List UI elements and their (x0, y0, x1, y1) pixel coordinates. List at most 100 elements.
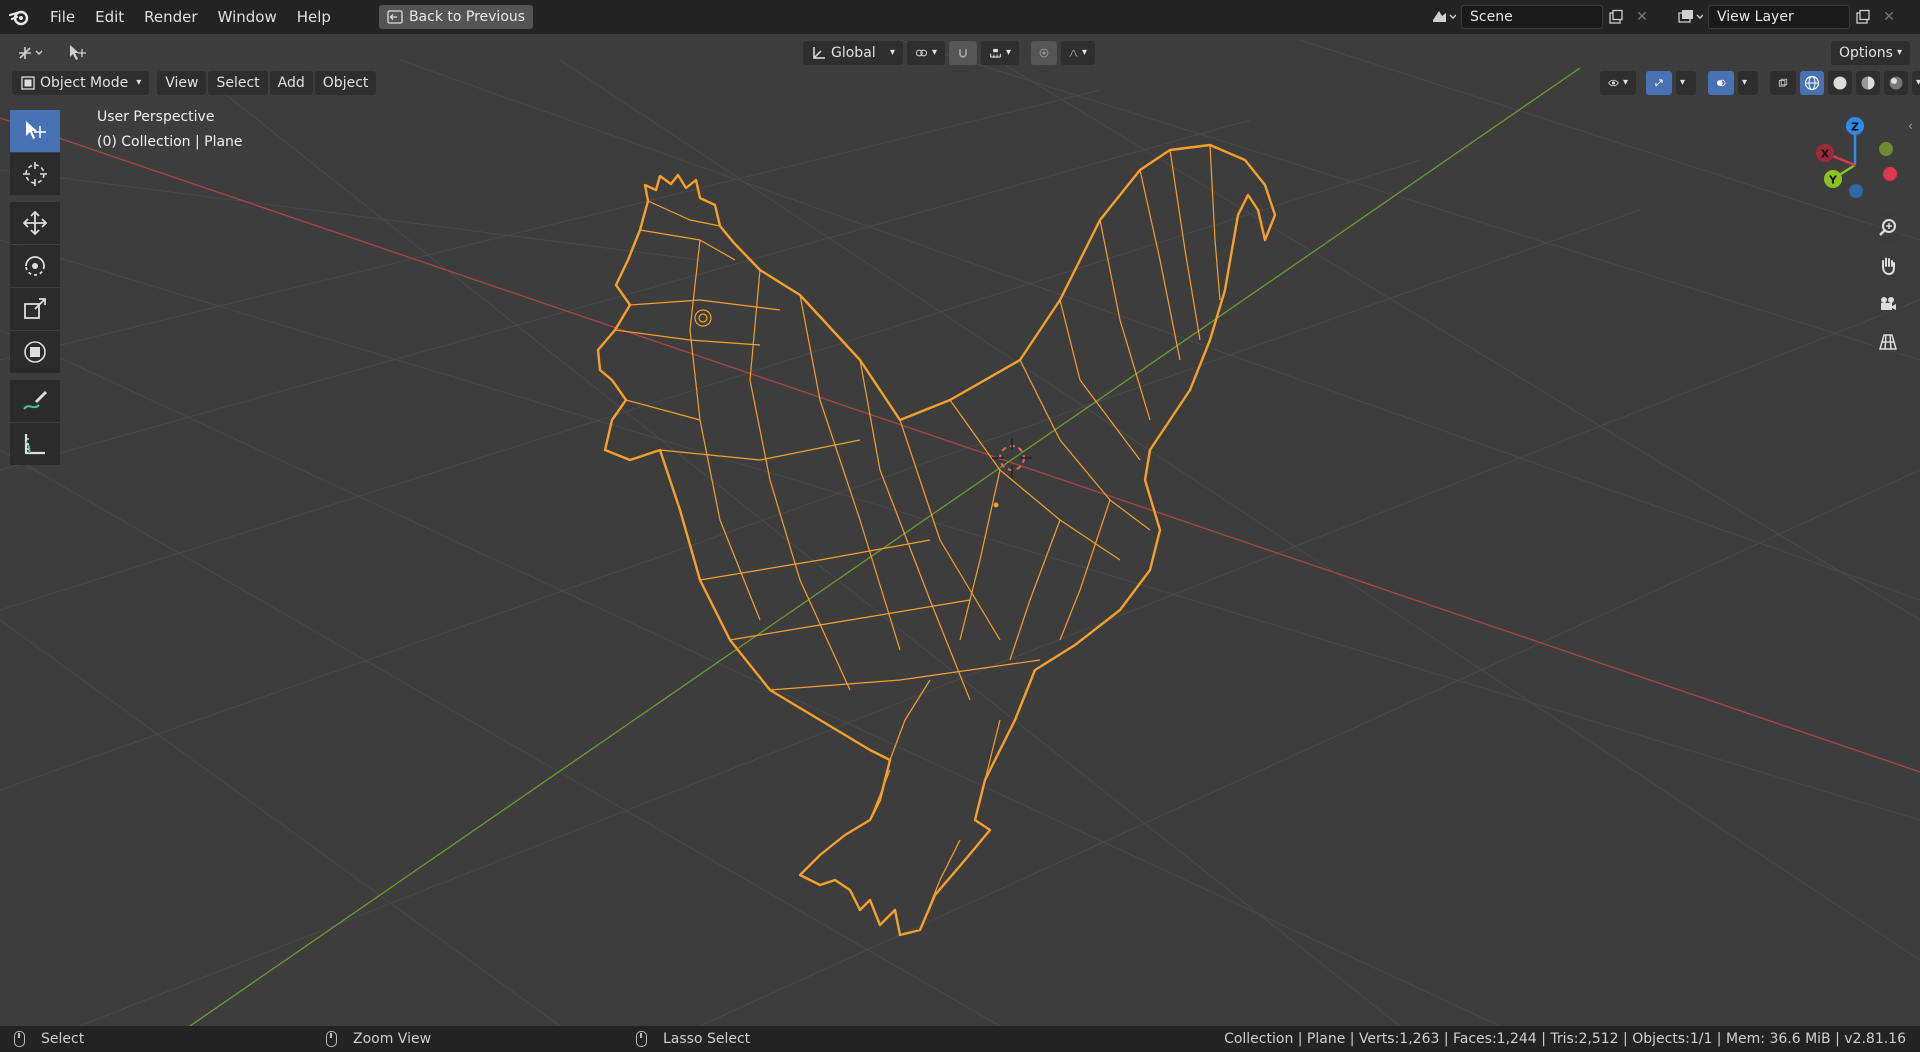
cursor-tool[interactable] (10, 153, 60, 195)
gizmo-toggle[interactable] (1646, 71, 1672, 95)
move-icon (22, 210, 48, 236)
pivot-point-dropdown[interactable]: ▾ (907, 41, 945, 65)
mouse-middle-icon (326, 1031, 337, 1047)
menu-view[interactable]: View (157, 71, 207, 95)
proportional-falloff-dropdown[interactable]: ▾ (1061, 41, 1095, 65)
status-select-label: Select (41, 1031, 85, 1047)
blender-logo-icon[interactable] (0, 0, 40, 34)
cursor-icon (23, 162, 47, 186)
chevron-down-icon: ▾ (1680, 77, 1686, 88)
chicken-eye (694, 309, 712, 327)
options-dropdown[interactable]: Options ▾ (1830, 41, 1910, 65)
orientation-icon (813, 47, 825, 59)
transform-orientation-dropdown[interactable]: Global ▾ (803, 41, 903, 65)
scene-browse-icon[interactable] (1425, 5, 1461, 29)
3d-viewport[interactable]: Global ▾ ▾ ▾ ▾ Options ▾ Object Mode ▾ V… (0, 34, 1920, 1026)
chevron-down-icon: ▾ (1896, 47, 1902, 58)
view-layer-close-icon[interactable]: ✕ (1876, 5, 1902, 29)
snap-increment-icon (990, 48, 1001, 58)
scene-close-icon[interactable]: ✕ (1629, 5, 1655, 29)
transform-icon (24, 341, 46, 363)
navigation-gizmo[interactable]: Z X Y (1805, 111, 1905, 211)
measure-tool[interactable] (10, 423, 60, 465)
chevron-down-icon: ▾ (889, 47, 895, 58)
view-layer-field[interactable]: View Layer (1708, 5, 1850, 29)
sidebar-toggle-icon[interactable]: ‹ (1908, 118, 1918, 134)
menu-edit[interactable]: Edit (85, 4, 134, 30)
overlays-icon (1716, 79, 1726, 87)
material-sphere-icon (1861, 76, 1875, 90)
object-mode-dropdown[interactable]: Object Mode ▾ (12, 71, 150, 95)
3d-cursor (992, 438, 1032, 478)
menu-select[interactable]: Select (208, 71, 268, 95)
solid-sphere-icon (1833, 76, 1847, 90)
move-tool[interactable] (10, 202, 60, 244)
object-origin (993, 502, 999, 508)
rotate-icon (25, 256, 45, 276)
zoom-view-button[interactable] (1872, 212, 1904, 244)
magnet-icon (959, 49, 967, 58)
gizmo-dropdown[interactable]: ▾ (1676, 71, 1696, 95)
shading-material-button[interactable] (1856, 71, 1880, 95)
gizmo-z-label: Z (1851, 121, 1859, 134)
menu-render[interactable]: Render (134, 4, 207, 30)
scene-new-icon[interactable] (1603, 5, 1629, 29)
top-bar: File Edit Render Window Help Back to Pre… (0, 0, 1920, 34)
view-layer-browse-icon[interactable] (1672, 5, 1708, 29)
viewport-header: Object Mode ▾ View Select Add Object ▾ ▾… (0, 68, 1920, 98)
active-collection-label: (0) Collection | Plane (97, 134, 243, 150)
select-mode-icon[interactable] (64, 41, 90, 65)
status-lasso-hint: Lasso Select (636, 1026, 750, 1052)
scale-tool[interactable] (10, 288, 60, 330)
camera-view-button[interactable] (1872, 288, 1904, 320)
menu-object[interactable]: Object (314, 71, 377, 95)
zoom-icon (1879, 219, 1896, 236)
proportional-edit-toggle[interactable] (1031, 41, 1057, 65)
viewport-scene (0, 39, 1920, 1026)
pan-view-button[interactable] (1872, 250, 1904, 282)
ortho-toggle-button[interactable] (1872, 326, 1904, 358)
back-to-previous-button[interactable]: Back to Previous (378, 5, 534, 29)
rendered-sphere-icon (1889, 76, 1903, 90)
xray-toggle[interactable] (1770, 71, 1796, 95)
eye-icon (1608, 79, 1619, 87)
status-bar: Select Zoom View Lasso Select Collection… (0, 1026, 1920, 1052)
visibility-dropdown[interactable]: ▾ (1600, 71, 1636, 95)
grid-icon (1879, 334, 1897, 350)
shading-dropdown[interactable]: ▾ (1912, 71, 1920, 95)
back-label: Back to Previous (408, 9, 526, 25)
scale-icon (24, 298, 46, 319)
overlays-dropdown[interactable]: ▾ (1738, 71, 1758, 95)
pivot-icon (915, 49, 927, 57)
chevron-down-icon: ▾ (1742, 77, 1748, 88)
gizmo-x-label: X (1821, 148, 1830, 161)
scene-statistics: Collection | Plane | Verts:1,263 | Faces… (1224, 1031, 1906, 1047)
snap-target-dropdown[interactable]: ▾ (981, 41, 1019, 65)
select-box-tool[interactable] (10, 110, 60, 152)
status-zoom-label: Zoom View (353, 1031, 432, 1047)
shading-rendered-button[interactable] (1884, 71, 1908, 95)
tool-shelf (10, 110, 62, 466)
editor-type-icon[interactable] (10, 41, 50, 65)
object-mode-icon (21, 76, 35, 90)
menu-help[interactable]: Help (287, 4, 341, 30)
proportional-icon (1039, 48, 1049, 58)
menu-file[interactable]: File (40, 4, 85, 30)
scene-field[interactable]: Scene (1461, 5, 1603, 29)
transform-tool[interactable] (10, 331, 60, 373)
shading-wireframe-button[interactable] (1800, 71, 1824, 95)
annotate-tool[interactable] (10, 380, 60, 422)
snap-toggle[interactable] (949, 41, 977, 65)
hand-icon (1882, 257, 1895, 276)
menu-window[interactable]: Window (208, 4, 287, 30)
shading-solid-button[interactable] (1828, 71, 1852, 95)
back-icon (387, 10, 403, 24)
rotate-tool[interactable] (10, 245, 60, 287)
camera-icon (1881, 297, 1896, 310)
overlays-toggle[interactable] (1708, 71, 1734, 95)
menu-add[interactable]: Add (269, 71, 313, 95)
view-layer-new-icon[interactable] (1850, 5, 1876, 29)
xray-icon (1778, 78, 1788, 87)
chicken-wireframe (596, 143, 1277, 937)
status-zoom-hint: Zoom View (326, 1026, 431, 1052)
